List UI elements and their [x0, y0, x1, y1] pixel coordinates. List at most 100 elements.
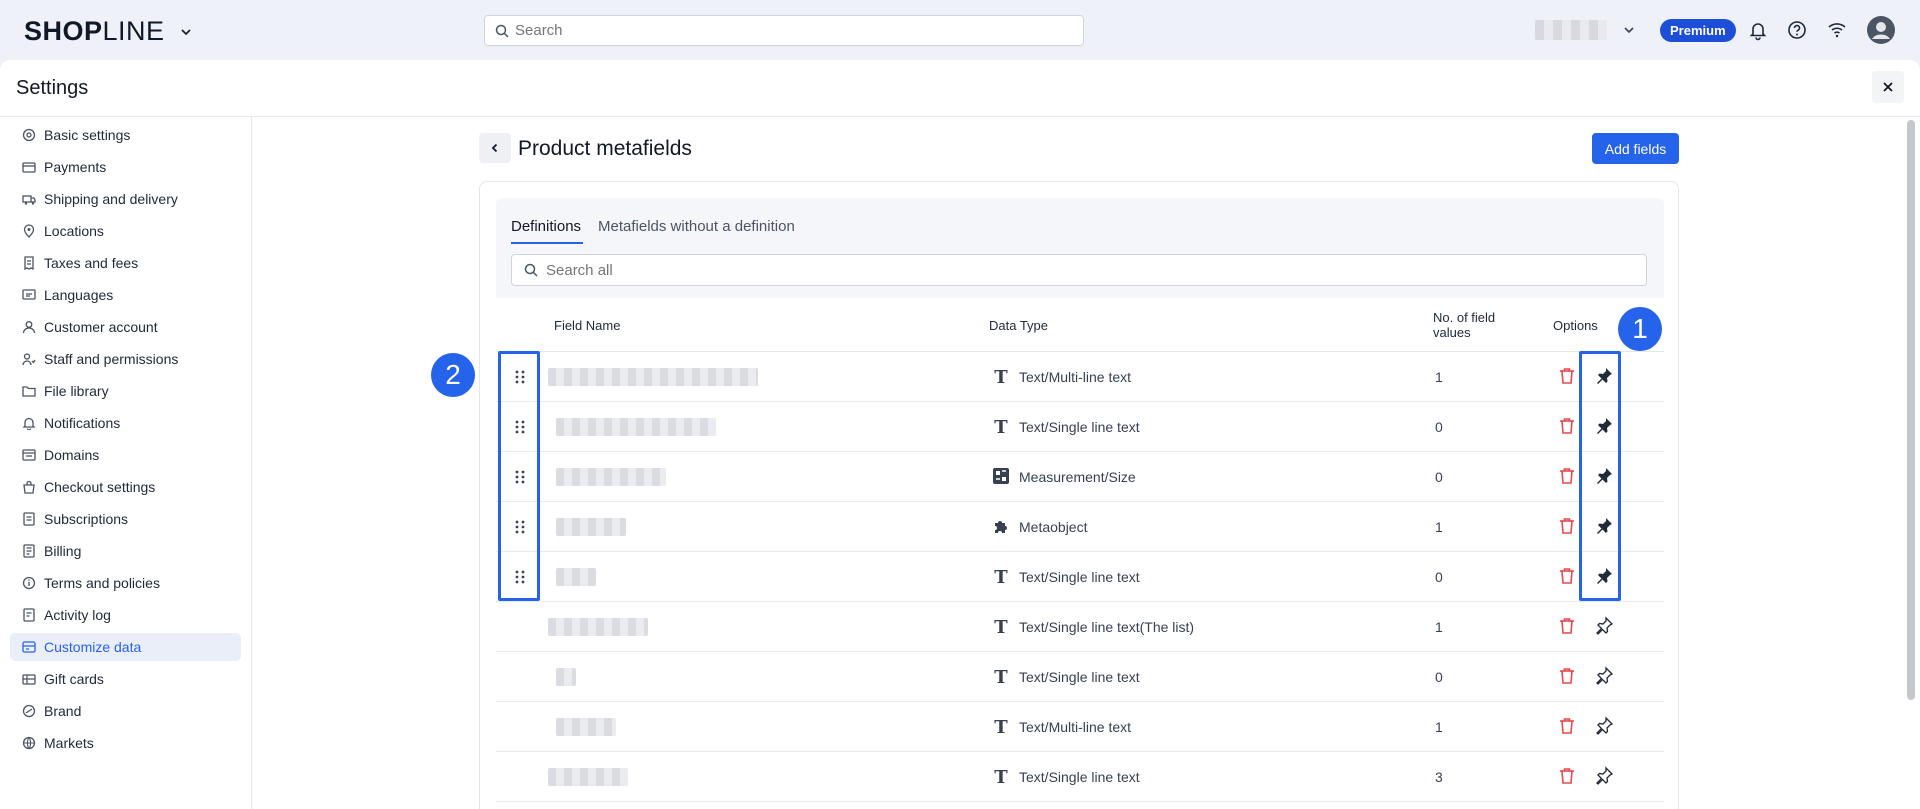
- logo-text-light: LINE: [102, 16, 165, 46]
- store-name-blurred[interactable]: [1535, 20, 1607, 40]
- subscription-icon: [23, 512, 35, 526]
- field-name-blurred[interactable]: [556, 718, 616, 736]
- svg-text:T: T: [994, 717, 1008, 735]
- field-values-count: 0: [1435, 469, 1443, 485]
- pin-outline-icon[interactable]: [1594, 766, 1614, 786]
- avatar-icon[interactable]: [1866, 15, 1896, 45]
- field-name-blurred[interactable]: [548, 768, 628, 786]
- column-field-values-count: No. of field values: [1433, 310, 1496, 340]
- search-all-field[interactable]: [511, 254, 1647, 286]
- field-name-blurred[interactable]: [556, 468, 666, 486]
- sidebar-item-payments[interactable]: Payments: [10, 153, 241, 181]
- field-name-blurred[interactable]: [556, 568, 596, 586]
- field-name-blurred[interactable]: [556, 518, 626, 536]
- table-row[interactable]: T Text/Multi-line text 1: [496, 702, 1664, 752]
- settings-panel: Settings Basic settings Payments Shipping …: [0, 60, 1920, 809]
- table-row[interactable]: T Text/Single line text 3: [496, 752, 1664, 802]
- scrollbar[interactable]: [1907, 120, 1915, 700]
- tab-definitions[interactable]: Definitions: [511, 218, 581, 235]
- wifi-icon[interactable]: [1826, 19, 1848, 41]
- sidebar-item-billing[interactable]: Billing: [10, 537, 241, 565]
- sidebar-item-label: Activity log: [44, 607, 111, 623]
- delete-icon[interactable]: [1557, 516, 1577, 536]
- table-row[interactable]: T Text/Single line text 0: [496, 652, 1664, 702]
- sidebar-item-terms-and-policies[interactable]: Terms and policies: [10, 569, 241, 597]
- sidebar-item-customize-data[interactable]: Customize data: [10, 633, 241, 661]
- field-name-blurred[interactable]: [548, 368, 758, 386]
- sidebar-item-taxes-and-fees[interactable]: Taxes and fees: [10, 249, 241, 277]
- chevron-left-icon: [491, 143, 498, 153]
- chevron-down-icon[interactable]: [1622, 23, 1636, 37]
- chevron-down-icon[interactable]: [179, 25, 193, 39]
- table-row[interactable]: Measurement/Size 0: [496, 452, 1664, 502]
- shopline-logo[interactable]: SHOP LINE: [24, 16, 193, 47]
- sidebar-item-markets[interactable]: Markets: [10, 729, 241, 757]
- database-icon: [22, 641, 36, 653]
- sidebar-item-file-library[interactable]: File library: [10, 377, 241, 405]
- close-button[interactable]: [1872, 71, 1904, 103]
- field-values-count: 3: [1435, 769, 1443, 785]
- sidebar-item-gift-cards[interactable]: Gift cards: [10, 665, 241, 693]
- measurement-icon: [993, 468, 1009, 484]
- delete-icon[interactable]: [1557, 616, 1577, 636]
- column-field-name: Field Name: [554, 318, 621, 333]
- sidebar-item-notifications[interactable]: Notifications: [10, 409, 241, 437]
- table-row[interactable]: T Text/Multi-line text 1: [496, 352, 1664, 402]
- settings-header: Settings: [0, 60, 1920, 117]
- sidebar-item-label: Languages: [44, 287, 114, 303]
- sidebar-item-checkout-settings[interactable]: Checkout settings: [10, 473, 241, 501]
- tab-metafields-without-definition[interactable]: Metafields without a definition: [598, 218, 795, 235]
- field-name-blurred[interactable]: [556, 668, 576, 686]
- sidebar-item-label: Domains: [44, 447, 100, 463]
- table-row[interactable]: Metaobject 1: [496, 502, 1664, 552]
- sidebar-item-languages[interactable]: Languages: [10, 281, 241, 309]
- svg-text:T: T: [994, 617, 1008, 635]
- sidebar-item-activity-log[interactable]: Activity log: [10, 601, 241, 629]
- delete-icon[interactable]: [1557, 466, 1577, 486]
- sidebar-item-label: Locations: [44, 223, 104, 239]
- search-all-input[interactable]: [546, 261, 1626, 279]
- pin-outline-icon[interactable]: [1594, 716, 1614, 736]
- back-button[interactable]: [479, 133, 511, 163]
- sidebar-item-staff-and-permissions[interactable]: Staff and permissions: [10, 345, 241, 373]
- sidebar-item-label: Markets: [44, 735, 94, 751]
- delete-icon[interactable]: [1557, 566, 1577, 586]
- delete-icon[interactable]: [1557, 716, 1577, 736]
- text-icon: T: [994, 367, 1008, 385]
- language-icon: [22, 289, 36, 300]
- sidebar-item-subscriptions[interactable]: Subscriptions: [10, 505, 241, 533]
- sidebar-item-brand[interactable]: Brand: [10, 697, 241, 725]
- delete-icon[interactable]: [1557, 766, 1577, 786]
- settings-gear-icon: [22, 128, 36, 142]
- sidebar-item-basic-settings[interactable]: Basic settings: [10, 121, 241, 149]
- help-icon[interactable]: [1786, 19, 1808, 41]
- sidebar-item-shipping-and-delivery[interactable]: Shipping and delivery: [10, 185, 241, 213]
- card-toolbar: Definitions Metafields without a definit…: [496, 198, 1664, 298]
- sidebar-item-customer-account[interactable]: Customer account: [10, 313, 241, 341]
- delete-icon[interactable]: [1557, 666, 1577, 686]
- field-values-count: 1: [1435, 369, 1443, 385]
- add-fields-button[interactable]: Add fields: [1592, 133, 1679, 164]
- global-search-input[interactable]: [515, 22, 1075, 39]
- text-icon: T: [994, 667, 1008, 685]
- delete-icon[interactable]: [1557, 416, 1577, 436]
- bell-icon[interactable]: [1747, 19, 1769, 41]
- pin-column-highlight: [1579, 351, 1621, 601]
- text-icon: T: [994, 767, 1008, 785]
- info-icon: [22, 576, 36, 590]
- pin-outline-icon[interactable]: [1594, 616, 1614, 636]
- plan-badge[interactable]: Premium: [1660, 19, 1736, 42]
- delete-icon[interactable]: [1557, 366, 1577, 386]
- sidebar-item-locations[interactable]: Locations: [10, 217, 241, 245]
- table-row[interactable]: T Text/Single line text(The list) 1: [496, 602, 1664, 652]
- pin-outline-icon[interactable]: [1594, 666, 1614, 686]
- field-name-blurred[interactable]: [556, 418, 716, 436]
- table-row[interactable]: T Text/Single line text 0: [496, 402, 1664, 452]
- sidebar-item-domains[interactable]: Domains: [10, 441, 241, 469]
- sidebar-item-label: Taxes and fees: [44, 255, 139, 271]
- global-search[interactable]: [484, 15, 1084, 46]
- gift-card-icon: [22, 674, 36, 685]
- text-icon: T: [994, 417, 1008, 435]
- table-row[interactable]: T Text/Single line text 0: [496, 552, 1664, 602]
- field-name-blurred[interactable]: [548, 618, 648, 636]
